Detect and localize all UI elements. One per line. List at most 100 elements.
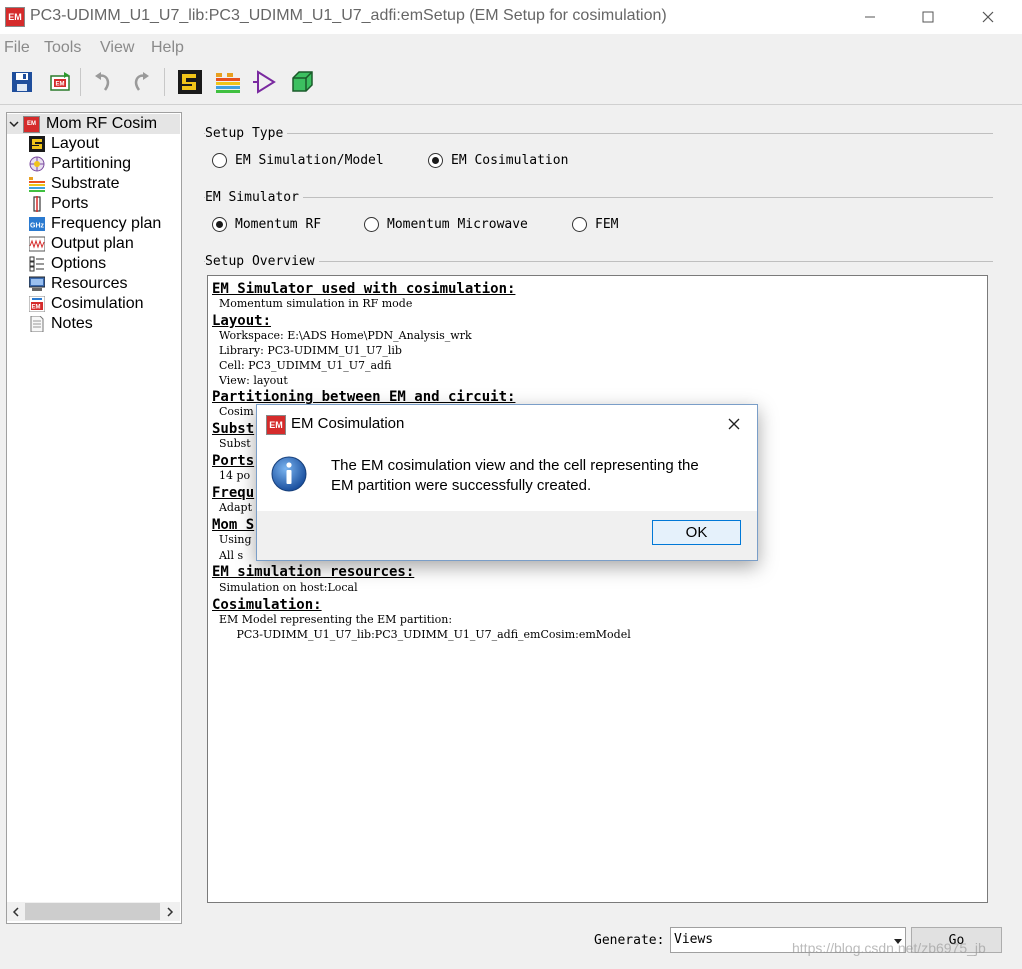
tree-item-resources[interactable]: Resources — [29, 274, 127, 294]
tree-item-ports[interactable]: Ports — [29, 194, 88, 214]
tree-root-label: Mom RF Cosim — [46, 115, 158, 132]
generate-label: Generate: — [594, 933, 665, 948]
setup-overview-label: Setup Overview — [205, 254, 319, 269]
port-icon[interactable] — [248, 65, 282, 99]
substrate-icon[interactable] — [211, 65, 245, 99]
menu-help[interactable]: Help — [151, 39, 184, 57]
radio-indicator[interactable] — [572, 217, 587, 232]
setup-tree: EM Mom RF Cosim Layout Partitioning Subs… — [6, 112, 182, 924]
overview-line: EM Model representing the EM partition: — [212, 613, 453, 626]
frequency-icon: GHz — [29, 217, 45, 231]
tree-item-cosimulation[interactable]: EM Cosimulation — [29, 294, 143, 314]
tree-horizontal-scrollbar[interactable] — [7, 902, 180, 921]
overview-heading: Layout: — [212, 313, 272, 329]
tree-item-partitioning[interactable]: Partitioning — [29, 154, 131, 174]
title-bar: EM PC3-UDIMM_U1_U7_lib:PC3_UDIMM_U1_U7_a… — [0, 0, 1022, 34]
tree-item-notes[interactable]: Notes — [29, 314, 93, 334]
close-icon[interactable] — [964, 0, 1012, 34]
radio-indicator[interactable] — [428, 153, 443, 168]
overview-line: Subst — [212, 437, 251, 450]
overview-heading: Frequ — [212, 485, 255, 501]
layout-icon[interactable] — [173, 65, 207, 99]
dialog-close-icon[interactable] — [723, 413, 745, 435]
overview-heading: Subst — [212, 421, 255, 437]
em-export-icon[interactable]: EM — [43, 65, 77, 99]
em-cosimulation-dialog: EM EM Cosimulation The EM cosimulation v… — [256, 404, 758, 561]
overview-heading: Cosimulation: — [212, 597, 322, 613]
menu-view[interactable]: View — [100, 39, 134, 57]
overview-heading: Mom S — [212, 517, 255, 533]
overview-line: Adapt — [212, 501, 252, 514]
overview-group-line — [204, 261, 993, 262]
tree-item-label: Partitioning — [51, 155, 132, 172]
cosimulation-icon: EM — [29, 296, 45, 312]
port-icon — [33, 196, 41, 212]
tree-item-label: Notes — [51, 315, 93, 332]
tree-item-label: Layout — [51, 135, 100, 152]
overview-line: PC3-UDIMM_U1_U7_lib:PC3_UDIMM_U1_U7_adfi… — [212, 628, 631, 641]
radio-fem[interactable]: FEM — [572, 217, 618, 232]
undo-icon[interactable] — [86, 65, 120, 99]
setup-overview-text[interactable]: EM Simulator used with cosimulation: Mom… — [207, 275, 988, 903]
tree-item-frequency-plan[interactable]: GHz Frequency plan — [29, 214, 161, 234]
chevron-down-icon[interactable] — [8, 118, 20, 130]
partitioning-icon — [29, 156, 45, 172]
save-icon[interactable] — [5, 65, 39, 99]
radio-indicator[interactable] — [212, 153, 227, 168]
overview-line: Using — [212, 533, 252, 546]
menu-file[interactable]: File — [4, 39, 30, 57]
radio-momentum-rf[interactable]: Momentum RF — [212, 217, 321, 232]
tree-item-label: Ports — [51, 195, 89, 212]
em-simulator-group-line — [204, 197, 993, 198]
overview-line: Library: PC3-UDIMM_U1_U7_lib — [212, 344, 402, 357]
window-title: PC3-UDIMM_U1_U7_lib:PC3_UDIMM_U1_U7_adfi… — [30, 7, 667, 24]
radio-em-simulation-model[interactable]: EM Simulation/Model — [212, 153, 384, 168]
info-icon — [271, 456, 307, 492]
scrollbar-thumb[interactable] — [25, 903, 160, 920]
overview-heading: EM Simulator used with cosimulation: — [212, 281, 516, 297]
radio-indicator[interactable] — [364, 217, 379, 232]
tree-item-options[interactable]: Options — [29, 254, 106, 274]
toolbar-separator — [164, 68, 165, 96]
tree-item-label: Output plan — [51, 235, 134, 252]
radio-label: EM Simulation/Model — [235, 153, 384, 168]
tree-item-label: Substrate — [51, 175, 120, 192]
radio-indicator[interactable] — [212, 217, 227, 232]
options-icon — [29, 256, 44, 272]
dialog-title: EM Cosimulation — [291, 415, 405, 432]
overview-line: Momentum simulation in RF mode — [212, 297, 413, 310]
radio-em-cosimulation[interactable]: EM Cosimulation — [428, 153, 568, 168]
overview-line: Cosim — [212, 405, 254, 418]
svg-text:EM: EM — [32, 305, 41, 311]
output-plan-icon — [29, 236, 45, 252]
scroll-left-icon[interactable] — [10, 906, 22, 918]
tree-item-label: Resources — [51, 275, 128, 292]
overview-heading: EM simulation resources: — [212, 564, 415, 580]
watermark: https://blog.csdn.net/zb6975_jb — [792, 940, 986, 956]
svg-text:GHz: GHz — [30, 223, 45, 230]
overview-line: All s — [212, 549, 244, 562]
menu-tools[interactable]: Tools — [44, 39, 81, 57]
app-logo-icon: EM — [5, 7, 25, 27]
overview-line: 14 po — [212, 469, 251, 482]
tree-root[interactable]: EM Mom RF Cosim — [7, 114, 180, 134]
tree-item-substrate[interactable]: Substrate — [29, 174, 119, 194]
tree-item-output-plan[interactable]: Output plan — [29, 234, 134, 254]
minimize-icon[interactable] — [846, 0, 894, 34]
overview-heading: Ports — [212, 453, 255, 469]
layout-icon — [29, 136, 45, 152]
toolbar: EM — [0, 62, 1022, 102]
overview-line: Simulation on host:Local — [212, 581, 358, 594]
tree-item-layout[interactable]: Layout — [29, 134, 99, 154]
setup-type-group-line — [204, 133, 993, 134]
scroll-right-icon[interactable] — [164, 906, 176, 918]
overview-line: Workspace: E:\ADS Home\PDN_Analysis_wrk — [212, 329, 472, 342]
ok-button[interactable]: OK — [652, 520, 741, 545]
maximize-icon[interactable] — [904, 0, 952, 34]
redo-icon[interactable] — [124, 65, 158, 99]
dialog-message-line-1: The EM cosimulation view and the cell re… — [331, 457, 699, 474]
3d-view-icon[interactable] — [285, 65, 319, 99]
radio-label: Momentum RF — [235, 217, 322, 232]
overview-line: Cell: PC3_UDIMM_U1_U7_adfi — [212, 359, 392, 372]
radio-momentum-microwave[interactable]: Momentum Microwave — [364, 217, 528, 232]
